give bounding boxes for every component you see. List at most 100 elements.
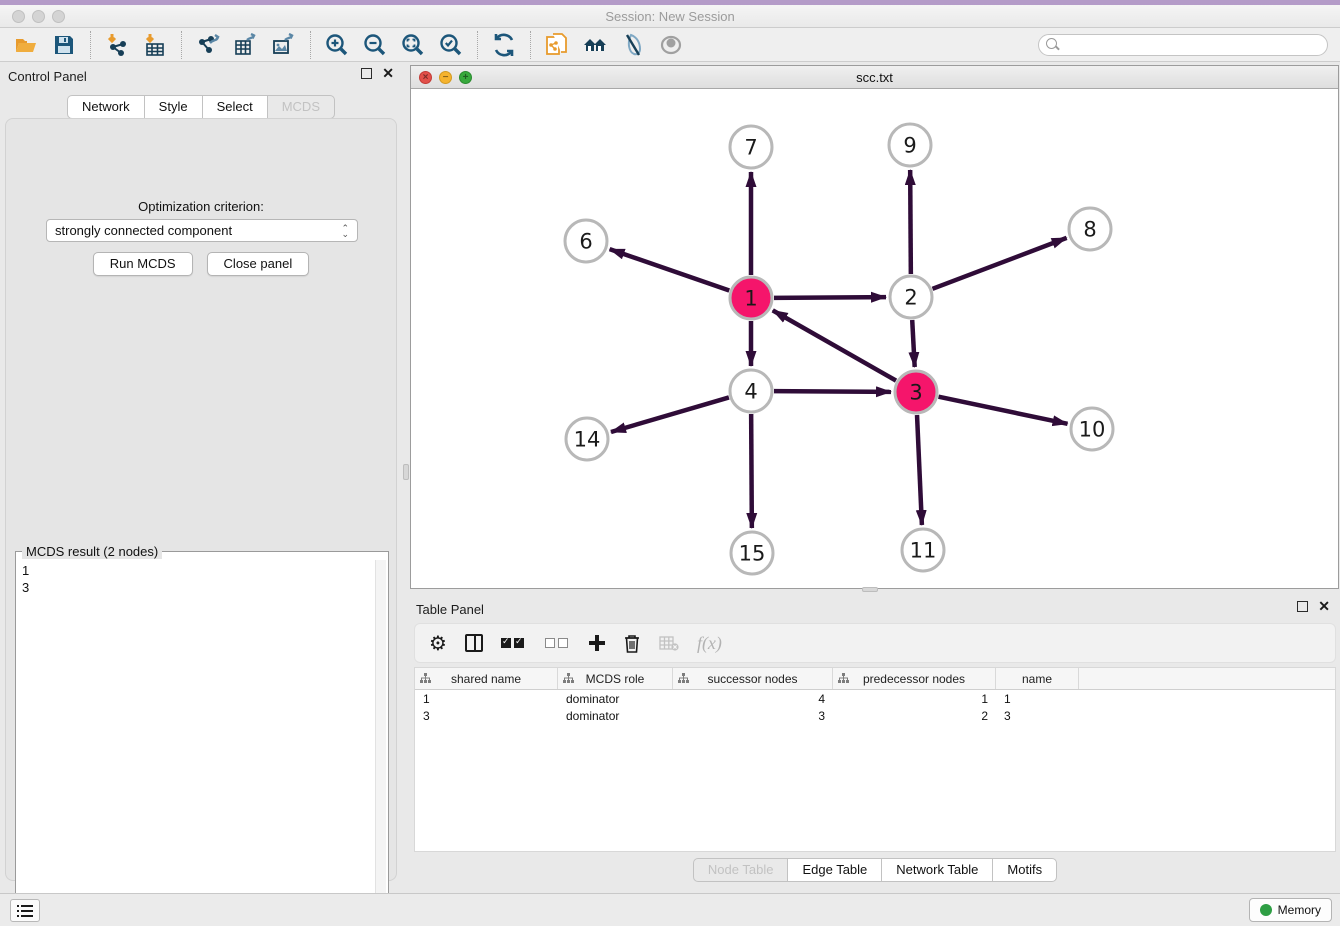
column-label: shared name bbox=[451, 672, 521, 686]
mcds-result-title: MCDS result (2 nodes) bbox=[22, 544, 162, 559]
hierarchy-icon bbox=[838, 673, 849, 684]
cell-predecessor-nodes[interactable]: 2 bbox=[833, 707, 996, 724]
gear-icon[interactable]: ⚙ bbox=[429, 631, 447, 655]
tab-network[interactable]: Network bbox=[67, 95, 144, 119]
edge-1-6[interactable] bbox=[610, 249, 730, 290]
cell-shared-name[interactable]: 1 bbox=[415, 690, 558, 707]
column-header-name[interactable]: name bbox=[996, 668, 1079, 689]
column-header-MCDS-role[interactable]: MCDS role bbox=[558, 668, 673, 689]
control-panel-tabs: NetworkStyleSelectMCDS bbox=[0, 95, 402, 119]
column-header-successor-nodes[interactable]: successor nodes bbox=[673, 668, 833, 689]
select-all-checkboxes-icon[interactable] bbox=[501, 638, 527, 648]
splitter-grip[interactable] bbox=[403, 464, 409, 480]
criterion-value: strongly connected component bbox=[55, 223, 232, 238]
splitter-grip[interactable] bbox=[862, 587, 878, 592]
export-table-icon[interactable] bbox=[234, 33, 258, 57]
zoom-out-icon[interactable] bbox=[363, 33, 387, 57]
cell-shared-name[interactable]: 3 bbox=[415, 707, 558, 724]
toolbar-search bbox=[1038, 34, 1328, 56]
node-label-6: 6 bbox=[579, 230, 592, 254]
mcds-result-text[interactable]: 13 bbox=[18, 560, 374, 926]
tab-select[interactable]: Select bbox=[202, 95, 267, 119]
result-scrollbar[interactable] bbox=[375, 560, 386, 926]
column-header-shared-name[interactable]: shared name bbox=[415, 668, 558, 689]
save-session-icon[interactable] bbox=[52, 33, 76, 57]
table-row[interactable]: 1dominator411 bbox=[415, 690, 1335, 707]
hierarchy-icon bbox=[420, 673, 431, 684]
control-panel: Control Panel ✕ NetworkStyleSelectMCDS O… bbox=[0, 62, 402, 893]
edge-2-9[interactable] bbox=[910, 170, 911, 274]
edge-3-11[interactable] bbox=[917, 415, 922, 525]
home-layout-icon[interactable] bbox=[583, 33, 607, 57]
tab-motifs[interactable]: Motifs bbox=[992, 858, 1057, 882]
edge-2-3[interactable] bbox=[912, 320, 914, 367]
float-panel-icon[interactable] bbox=[361, 68, 372, 79]
column-label: successor nodes bbox=[707, 672, 797, 686]
cell-successor-nodes[interactable]: 3 bbox=[673, 707, 833, 724]
close-panel-button[interactable]: Close panel bbox=[207, 252, 310, 276]
clone-network-icon[interactable] bbox=[545, 33, 569, 57]
table-row[interactable]: 3dominator323 bbox=[415, 707, 1335, 724]
edge-3-1[interactable] bbox=[773, 310, 896, 380]
column-label: name bbox=[1022, 672, 1052, 686]
deselect-all-checkboxes-icon[interactable] bbox=[545, 638, 571, 648]
tab-node-table[interactable]: Node Table bbox=[693, 858, 788, 882]
optimization-criterion-label: Optimization criterion: bbox=[6, 199, 396, 214]
table-body: 1dominator4113dominator323 bbox=[415, 690, 1335, 724]
zoom-fit-icon[interactable] bbox=[401, 33, 425, 57]
delete-icon[interactable] bbox=[623, 633, 641, 653]
delete-table-icon bbox=[659, 635, 679, 651]
table-header-row: shared name MCDS role successor nodes prede… bbox=[415, 668, 1335, 690]
app-titlebar: Session: New Session bbox=[0, 5, 1340, 28]
tab-edge-table[interactable]: Edge Table bbox=[787, 858, 881, 882]
export-image-icon[interactable] bbox=[272, 33, 296, 57]
tab-mcds[interactable]: MCDS bbox=[267, 95, 335, 119]
close-icon[interactable]: ✕ bbox=[382, 68, 394, 79]
float-panel-icon[interactable] bbox=[1297, 601, 1308, 612]
search-input[interactable] bbox=[1038, 34, 1328, 56]
cell-predecessor-nodes[interactable]: 1 bbox=[833, 690, 996, 707]
refresh-view-icon[interactable] bbox=[492, 33, 516, 57]
result-line: 3 bbox=[22, 579, 370, 596]
app-title: Session: New Session bbox=[0, 9, 1340, 24]
table-panel: Table Panel ✕ ⚙ f(x) shared nameMCDS rol… bbox=[410, 595, 1340, 890]
cell-successor-nodes[interactable]: 4 bbox=[673, 690, 833, 707]
edge-4-15[interactable] bbox=[751, 414, 752, 528]
cell-MCDS-role[interactable]: dominator bbox=[558, 690, 673, 707]
cell-name[interactable]: 3 bbox=[996, 707, 1079, 724]
import-table-icon[interactable] bbox=[143, 33, 167, 57]
edge-4-3[interactable] bbox=[774, 391, 891, 392]
network-canvas[interactable]: 7968124314101511 bbox=[411, 89, 1338, 588]
task-history-button[interactable] bbox=[10, 899, 40, 922]
close-icon[interactable]: ✕ bbox=[1318, 601, 1330, 612]
zoom-in-icon[interactable] bbox=[325, 33, 349, 57]
criterion-select[interactable]: strongly connected component ⌃⌄ bbox=[46, 219, 358, 242]
columns-icon[interactable] bbox=[465, 634, 483, 652]
zoom-selected-icon[interactable] bbox=[439, 33, 463, 57]
memory-button[interactable]: Memory bbox=[1249, 898, 1332, 922]
node-label-10: 10 bbox=[1079, 418, 1106, 442]
edge-4-14[interactable] bbox=[611, 397, 729, 432]
panel-splitter[interactable] bbox=[402, 62, 410, 893]
run-mcds-button[interactable]: Run MCDS bbox=[93, 252, 193, 276]
network-title: scc.txt bbox=[411, 70, 1338, 85]
hierarchy-icon bbox=[678, 673, 689, 684]
table-toolbar: ⚙ f(x) bbox=[414, 623, 1336, 663]
memory-label: Memory bbox=[1278, 903, 1321, 917]
edge-2-8[interactable] bbox=[933, 238, 1067, 289]
application-window: Session: New Session bbox=[0, 0, 1340, 926]
export-network-icon[interactable] bbox=[196, 33, 220, 57]
cell-name[interactable]: 1 bbox=[996, 690, 1079, 707]
main-toolbar bbox=[0, 28, 1340, 62]
tab-style[interactable]: Style bbox=[144, 95, 202, 119]
cell-MCDS-role[interactable]: dominator bbox=[558, 707, 673, 724]
edge-1-2[interactable] bbox=[774, 297, 886, 298]
network-graph[interactable]: 7968124314101511 bbox=[411, 89, 1338, 588]
edge-3-10[interactable] bbox=[939, 397, 1068, 424]
show-hide-graphic-details-icon[interactable] bbox=[621, 33, 645, 57]
open-session-icon[interactable] bbox=[14, 33, 38, 57]
add-icon[interactable] bbox=[589, 635, 605, 651]
import-network-icon[interactable] bbox=[105, 33, 129, 57]
tab-network-table[interactable]: Network Table bbox=[881, 858, 992, 882]
column-header-predecessor-nodes[interactable]: predecessor nodes bbox=[833, 668, 996, 689]
